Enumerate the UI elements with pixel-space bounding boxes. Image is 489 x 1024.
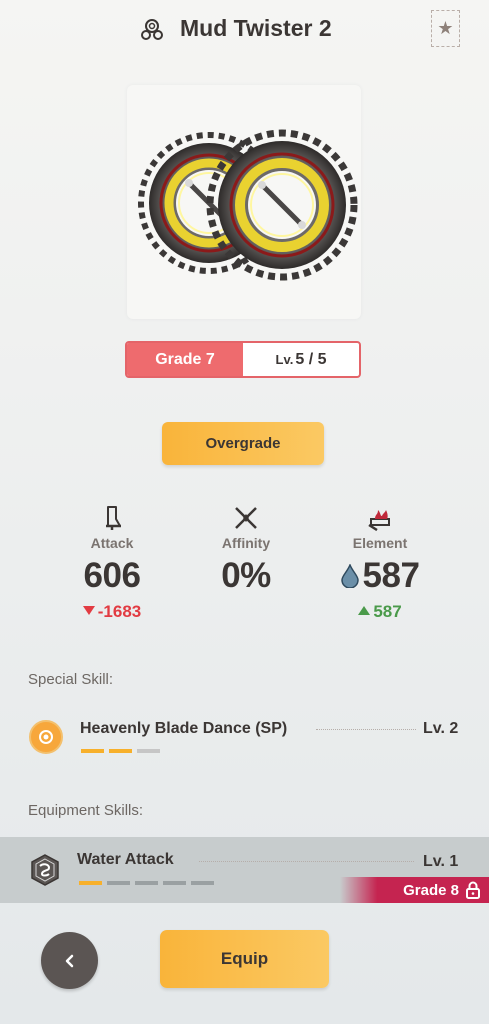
stat-value: 0% (221, 556, 271, 595)
stat-affinity: Affinity 0% (181, 505, 311, 596)
stat-element: Element 587 587 (315, 505, 445, 622)
down-arrow-icon (82, 606, 95, 615)
pip (109, 749, 132, 753)
stat-delta: 587 (315, 602, 445, 622)
pip (107, 881, 130, 885)
grade-level-bar: Grade 7 Lv. 5 / 5 (125, 341, 361, 378)
equip-button[interactable]: Equip (160, 930, 329, 988)
pip (163, 881, 186, 885)
favorite-button[interactable]: ★ (431, 10, 460, 47)
equipment-skill-name: Water Attack (77, 851, 174, 868)
equipment-skills-heading: Equipment Skills: (28, 802, 144, 819)
weapon-type-icon (141, 19, 163, 40)
stat-delta-value: 587 (373, 602, 402, 621)
pip (135, 881, 158, 885)
stat-value-number: 587 (362, 556, 420, 595)
lock-label: Grade 8 (403, 881, 459, 899)
star-icon: ★ (437, 18, 454, 38)
water-drop-icon (340, 564, 359, 588)
water-attack-skill-icon (31, 854, 59, 886)
dotted-divider (199, 861, 414, 862)
pip (191, 881, 214, 885)
stat-value: 587 (315, 556, 445, 596)
lock-icon (466, 881, 480, 899)
grade-label: Grade 7 (127, 343, 243, 376)
pip (81, 749, 104, 753)
chevron-left-icon (65, 954, 73, 967)
pip (137, 749, 160, 753)
special-skill-name: Heavenly Blade Dance (SP) (80, 720, 288, 737)
level-display: Lv. 5 / 5 (243, 343, 359, 376)
crossed-blades-icon (235, 507, 257, 529)
level-value: 5 / 5 (295, 350, 327, 368)
stat-label: Attack (90, 535, 134, 551)
special-skill-icon (29, 720, 63, 754)
stat-delta: -1683 (47, 602, 177, 622)
stat-attack: Attack 606 -1683 (47, 505, 177, 622)
equipment-skill-level: Lv. 1 (423, 853, 459, 870)
special-skill-pips (81, 749, 160, 753)
dotted-divider (316, 729, 416, 730)
equipment-skill-row[interactable]: Water Attack Lv. 1 Grade 8 (0, 837, 489, 903)
page-title: Mud Twister 2 (180, 15, 332, 41)
up-arrow-icon (358, 606, 371, 615)
special-skill-heading: Special Skill: (28, 671, 114, 688)
stat-label: Affinity (221, 535, 271, 551)
pip (79, 881, 102, 885)
equipment-skill-pips (79, 881, 214, 885)
stat-value: 606 (83, 556, 141, 595)
stat-label: Element (352, 535, 408, 551)
special-skill-level: Lv. 2 (423, 720, 459, 737)
twin-blade-wheels-image (138, 129, 358, 281)
special-skill-row[interactable]: Heavenly Blade Dance (SP) Lv. 2 (0, 710, 489, 770)
sword-icon (106, 506, 121, 530)
stat-delta-value: -1683 (97, 602, 142, 621)
header: Mud Twister 2 ★ (0, 0, 489, 60)
weapon-image (127, 85, 361, 319)
back-button[interactable] (41, 932, 98, 989)
overgrade-button[interactable]: Overgrade (162, 422, 324, 465)
grade-lock-badge: Grade 8 (340, 877, 489, 903)
level-prefix: Lv. (275, 352, 294, 367)
flaming-blade-icon (368, 510, 390, 531)
